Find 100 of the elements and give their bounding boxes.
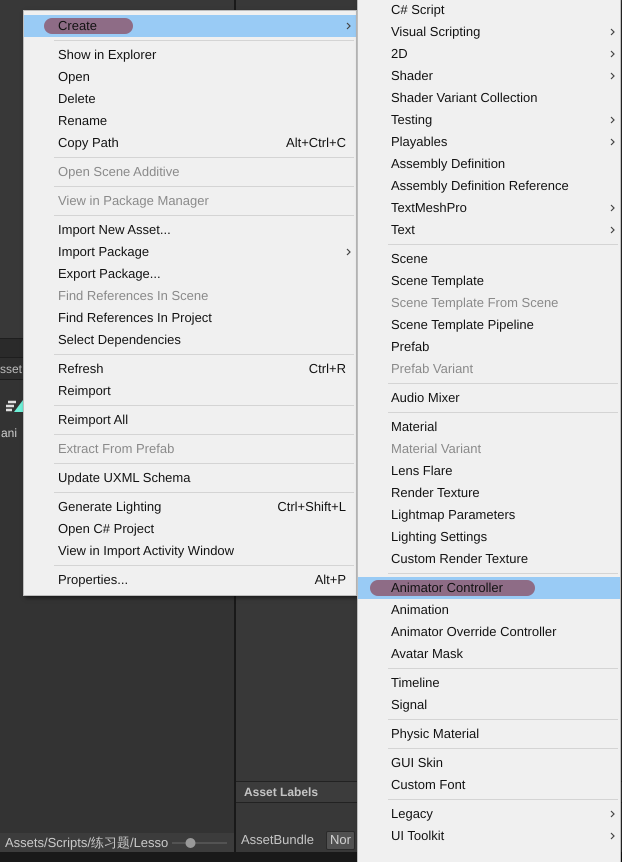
- menu-item[interactable]: Legacy: [358, 803, 620, 825]
- menu-item-label: View in Package Manager: [58, 192, 209, 210]
- menu-item[interactable]: Custom Font: [358, 774, 620, 796]
- menu-item[interactable]: Assembly Definition: [358, 153, 620, 175]
- menu-item-label: Animator Override Controller: [391, 623, 556, 642]
- menu-item[interactable]: Create: [24, 15, 356, 37]
- menu-item[interactable]: TextMeshPro: [358, 197, 620, 219]
- field-label: AssetBundle: [241, 831, 314, 850]
- menu-item[interactable]: Properties... Alt+P: [24, 569, 356, 591]
- menu-item[interactable]: Find References In Project: [24, 307, 356, 329]
- dropdown[interactable]: Nor: [326, 830, 355, 850]
- chevron-right-icon: [610, 50, 615, 58]
- tab-label[interactable]: sset: [0, 360, 22, 378]
- menu-item-label: Lens Flare: [391, 462, 452, 480]
- menu-item[interactable]: Lighting Settings: [358, 526, 620, 548]
- menu-item-label: Audio Mixer: [391, 389, 460, 408]
- menu-item[interactable]: Generate Lighting Ctrl+Shift+L: [24, 496, 356, 518]
- menu-item[interactable]: Refresh Ctrl+R: [24, 358, 356, 380]
- menu-item-label: Custom Render Texture: [391, 550, 528, 568]
- menu-item[interactable]: Physic Material: [358, 723, 620, 745]
- menu-item[interactable]: Animator Controller: [358, 577, 620, 599]
- menu-item[interactable]: Open C# Project: [24, 518, 356, 540]
- menu-item[interactable]: Assembly Definition Reference: [358, 175, 620, 197]
- menu-item[interactable]: Rename: [24, 110, 356, 132]
- chevron-right-icon: [610, 28, 615, 36]
- menu-item-label: Material Variant: [391, 440, 482, 458]
- menu-item-label: Extract From Prefab: [58, 440, 174, 458]
- menu-item-label: Shader: [391, 67, 433, 86]
- menu-item-label: Avatar Mask: [391, 645, 464, 664]
- menu-item[interactable]: Update UXML Schema: [24, 467, 356, 489]
- shortcut-label: Ctrl+R: [308, 360, 346, 378]
- menu-item-label: View in Import Activity Window: [58, 542, 234, 560]
- menu-item-label: Render Texture: [391, 484, 480, 502]
- menu-item-label: UI Toolkit: [391, 827, 444, 846]
- menu-item[interactable]: Playables: [358, 131, 620, 153]
- menu-item[interactable]: 2D: [358, 43, 620, 65]
- menu-item[interactable]: Show in Explorer: [24, 44, 356, 66]
- menu-item[interactable]: Timeline: [358, 672, 620, 694]
- menu-item-label: Lighting Settings: [391, 528, 488, 546]
- menu-item-label: Assembly Definition: [391, 155, 506, 174]
- menu-item[interactable]: Text: [358, 219, 620, 241]
- menu-item-label: Material: [391, 418, 438, 436]
- chevron-right-icon: [346, 248, 351, 256]
- menu-item-label: Delete: [58, 90, 96, 108]
- chevron-right-icon: [610, 832, 615, 840]
- slider-thumb[interactable]: [186, 838, 196, 848]
- chevron-right-icon: [610, 204, 615, 212]
- menu-item[interactable]: Copy Path Alt+Ctrl+C: [24, 132, 356, 154]
- menu-item-label: Testing: [391, 111, 432, 130]
- menu-item[interactable]: Shader: [358, 65, 620, 87]
- menu-item[interactable]: Reimport All: [24, 409, 356, 431]
- menu-item[interactable]: Audio Mixer: [358, 387, 620, 409]
- menu-item-label: Refresh: [58, 360, 104, 378]
- menu-item[interactable]: Delete: [24, 88, 356, 110]
- chevron-right-icon: [610, 116, 615, 124]
- chevron-right-icon: [610, 810, 615, 818]
- menu-item-label: Prefab: [391, 338, 430, 356]
- menu-item[interactable]: Import New Asset...: [24, 219, 356, 241]
- menu-item-label: C# Script: [391, 1, 444, 20]
- menu-item[interactable]: UI Toolkit: [358, 825, 620, 847]
- menu-item[interactable]: Scene: [358, 248, 620, 270]
- menu-item-label: Shader Variant Collection: [391, 89, 538, 108]
- menu-item-label: Scene Template: [391, 272, 484, 290]
- menu-item[interactable]: Material: [358, 416, 620, 438]
- menu-item[interactable]: Open: [24, 66, 356, 88]
- menu-item[interactable]: Signal: [358, 694, 620, 716]
- menu-item[interactable]: Lightmap Parameters: [358, 504, 620, 526]
- menu-item-label: Reimport All: [58, 411, 128, 430]
- path-label: Assets/Scripts/练习题/Lesso: [4, 834, 168, 852]
- menu-item[interactable]: GUI Skin: [358, 752, 620, 774]
- section-header: Asset Labels: [244, 784, 318, 801]
- menu-item-label: Animation: [391, 601, 449, 620]
- menu-item[interactable]: Shader Variant Collection: [358, 87, 620, 109]
- menu-item[interactable]: Lens Flare: [358, 460, 620, 482]
- menu-item[interactable]: Render Texture: [358, 482, 620, 504]
- chevron-right-icon: [346, 22, 351, 30]
- menu-item-label: Assembly Definition Reference: [391, 177, 569, 196]
- menu-item-label: Reimport: [58, 382, 111, 400]
- menu-item-label: Export Package...: [58, 265, 161, 284]
- zoom-slider[interactable]: [172, 838, 228, 848]
- menu-item[interactable]: Scene Template Pipeline: [358, 314, 620, 336]
- menu-item[interactable]: Testing: [358, 109, 620, 131]
- menu-item[interactable]: Export Package...: [24, 263, 356, 285]
- menu-item-label: Create: [44, 18, 134, 34]
- menu-item-label: Legacy: [391, 805, 433, 824]
- menu-item[interactable]: Custom Render Texture: [358, 548, 620, 570]
- menu-item[interactable]: Animator Override Controller: [358, 621, 620, 643]
- menu-item[interactable]: Import Package: [24, 241, 356, 263]
- menu-item[interactable]: View in Import Activity Window: [24, 540, 356, 562]
- menu-item-label: Import Package: [58, 243, 150, 262]
- menu-item[interactable]: Visual Scripting: [358, 21, 620, 43]
- menu-item[interactable]: C# Script: [358, 0, 620, 21]
- menu-item[interactable]: Select Dependencies: [24, 329, 356, 351]
- shortcut-label: Alt+P: [314, 571, 346, 590]
- menu-item[interactable]: Avatar Mask: [358, 643, 620, 665]
- menu-item-label: Animator Controller: [370, 580, 535, 596]
- menu-item[interactable]: Animation: [358, 599, 620, 621]
- menu-item[interactable]: Reimport: [24, 380, 356, 402]
- menu-item[interactable]: Scene Template: [358, 270, 620, 292]
- menu-item[interactable]: Prefab: [358, 336, 620, 358]
